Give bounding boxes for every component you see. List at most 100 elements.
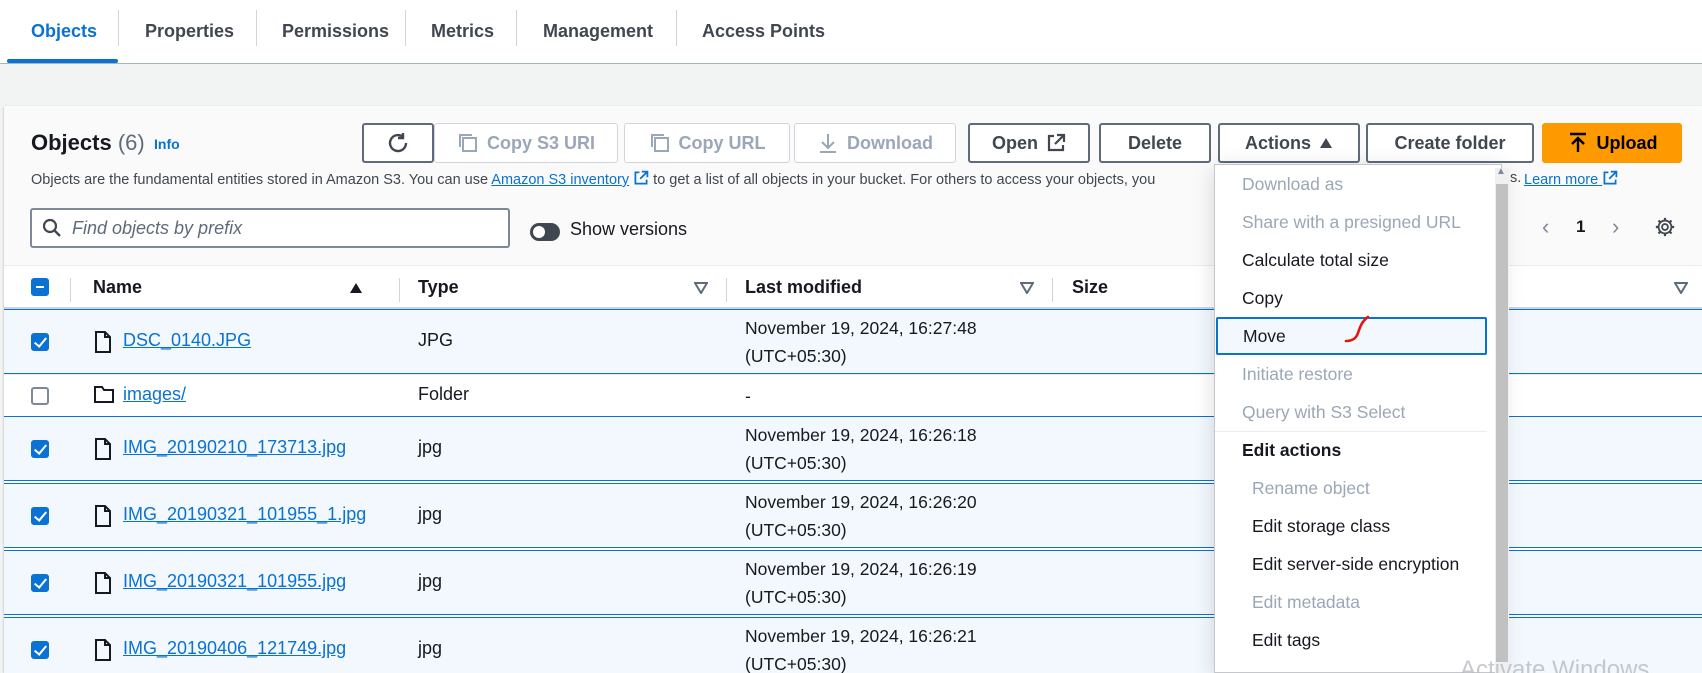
show-versions-toggle[interactable]	[530, 223, 560, 241]
row-checkbox[interactable]	[31, 387, 49, 405]
actions-button[interactable]: Actions	[1218, 123, 1360, 163]
modified-timezone: (UTC+05:30)	[745, 453, 847, 473]
tab-metrics[interactable]: Metrics	[431, 0, 494, 63]
menu-item-calculate-total-size[interactable]: Calculate total size	[1215, 241, 1487, 279]
object-name-link[interactable]: DSC_0140.JPG	[123, 330, 251, 351]
menu-item-edit-storage-class[interactable]: Edit storage class	[1215, 507, 1487, 545]
copy-s3-uri-button[interactable]: Copy S3 URI	[434, 123, 618, 163]
object-name-link[interactable]: images/	[123, 384, 186, 405]
menu-item-rename-object[interactable]: Rename object	[1215, 469, 1487, 507]
external-link-icon	[1603, 170, 1618, 185]
copy-url-button[interactable]: Copy URL	[624, 123, 790, 163]
menu-item-edit-encryption[interactable]: Edit server-side encryption	[1215, 545, 1487, 583]
object-last-modified: November 19, 2024, 16:27:48 (UTC+05:30)	[745, 314, 977, 370]
menu-scrollbar-thumb[interactable]	[1496, 184, 1508, 662]
column-name[interactable]: Name	[93, 266, 142, 309]
s3-inventory-link[interactable]: Amazon S3 inventory	[491, 172, 629, 188]
select-all-checkbox[interactable]	[31, 278, 49, 296]
refresh-button[interactable]	[362, 123, 434, 163]
annotation-mark	[1344, 315, 1370, 343]
object-last-modified: November 19, 2024, 16:26:20 (UTC+05:30)	[745, 488, 977, 544]
create-folder-label: Create folder	[1394, 132, 1506, 153]
menu-item-edit-tags[interactable]: Edit tags	[1215, 621, 1487, 659]
tab-divider	[118, 10, 119, 46]
create-folder-button[interactable]: Create folder	[1366, 123, 1534, 163]
modified-date: November 19, 2024, 16:26:20	[745, 492, 977, 512]
scroll-up-arrow-icon[interactable]: ▲	[1496, 166, 1506, 177]
sort-ascending-icon[interactable]	[349, 282, 363, 294]
menu-group-edit-actions: Edit actions	[1215, 431, 1487, 469]
toggle-knob	[533, 226, 545, 238]
tab-properties[interactable]: Properties	[145, 0, 234, 63]
menu-item-copy[interactable]: Copy	[1215, 279, 1487, 317]
sort-icon[interactable]	[1020, 282, 1034, 294]
column-last-modified[interactable]: Last modified	[745, 266, 862, 309]
menu-item-query-s3-select[interactable]: Query with S3 Select	[1215, 393, 1487, 431]
upload-icon	[1569, 132, 1586, 152]
modified-date: November 19, 2024, 16:26:19	[745, 559, 977, 579]
tab-objects[interactable]: Objects	[31, 0, 97, 63]
upload-button[interactable]: Upload	[1542, 123, 1682, 163]
menu-item-share-presigned-url[interactable]: Share with a presigned URL	[1215, 203, 1487, 241]
object-last-modified: November 19, 2024, 16:26:21 (UTC+05:30)	[745, 622, 977, 673]
menu-item-initiate-restore[interactable]: Initiate restore	[1215, 355, 1487, 393]
column-size[interactable]: Size	[1072, 266, 1108, 309]
object-name-link[interactable]: IMG_20190321_101955_1.jpg	[123, 504, 366, 525]
external-link-icon	[1047, 133, 1066, 152]
object-type: jpg	[418, 571, 443, 591]
learn-more-label: Learn more	[1524, 172, 1599, 188]
info-link[interactable]: Info	[154, 136, 180, 152]
menu-item-edit-metadata[interactable]: Edit metadata	[1215, 583, 1487, 621]
row-checkbox[interactable]	[31, 333, 49, 351]
column-type[interactable]: Type	[418, 266, 459, 309]
file-icon	[95, 639, 111, 661]
sort-icon[interactable]	[694, 282, 708, 294]
tab-divider	[516, 10, 517, 46]
download-button[interactable]: Download	[794, 123, 956, 163]
open-label: Open	[991, 132, 1038, 153]
tab-access-points[interactable]: Access Points	[702, 0, 825, 63]
page-title: Objects (6)	[31, 130, 145, 156]
page-number[interactable]: 1	[1576, 217, 1585, 237]
menu-item-download-as[interactable]: Download as	[1215, 165, 1487, 203]
tab-permissions[interactable]: Permissions	[282, 0, 389, 63]
object-name-link[interactable]: IMG_20190210_173713.jpg	[123, 437, 346, 458]
file-icon	[95, 331, 111, 353]
object-last-modified: November 19, 2024, 16:26:19 (UTC+05:30)	[745, 555, 977, 611]
chevron-right-icon[interactable]: ›	[1612, 214, 1619, 240]
search-box	[30, 208, 510, 248]
gear-icon[interactable]	[1654, 216, 1676, 238]
tab-divider	[405, 10, 406, 46]
object-count: (6)	[117, 130, 145, 155]
modified-date: November 19, 2024, 16:27:48	[745, 318, 977, 338]
chevron-left-icon[interactable]: ‹	[1542, 214, 1549, 240]
modified-date: November 19, 2024, 16:26:21	[745, 626, 977, 646]
search-input[interactable]	[72, 217, 472, 239]
object-type: JPG	[418, 330, 454, 350]
modified-timezone: (UTC+05:30)	[745, 654, 847, 673]
object-name-link[interactable]: IMG_20190321_101955.jpg	[123, 571, 346, 592]
tab-management[interactable]: Management	[543, 0, 653, 63]
object-name-link[interactable]: IMG_20190406_121749.jpg	[123, 638, 346, 659]
desc-prefix: Objects are the fundamental entities sto…	[31, 172, 492, 188]
menu-item-move[interactable]: Move	[1216, 315, 1487, 355]
open-button[interactable]: Open	[968, 123, 1090, 163]
modified-date: November 19, 2024, 16:26:18	[745, 425, 977, 445]
modified-timezone: (UTC+05:30)	[745, 587, 847, 607]
refresh-icon	[388, 133, 408, 153]
column-divider	[399, 278, 400, 302]
upload-label: Upload	[1596, 132, 1658, 153]
object-type: jpg	[418, 437, 443, 457]
sort-icon[interactable]	[1674, 282, 1688, 294]
tab-divider	[256, 10, 257, 46]
copy-url-label: Copy URL	[678, 132, 766, 153]
column-divider	[726, 278, 727, 302]
learn-more-link[interactable]: Learn more	[1524, 170, 1618, 188]
row-checkbox[interactable]	[31, 574, 49, 592]
row-checkbox[interactable]	[31, 507, 49, 525]
active-tab-indicator	[7, 59, 118, 63]
delete-button[interactable]: Delete	[1099, 123, 1211, 163]
row-checkbox[interactable]	[31, 641, 49, 659]
row-checkbox[interactable]	[31, 440, 49, 458]
download-label: Download	[847, 132, 933, 153]
